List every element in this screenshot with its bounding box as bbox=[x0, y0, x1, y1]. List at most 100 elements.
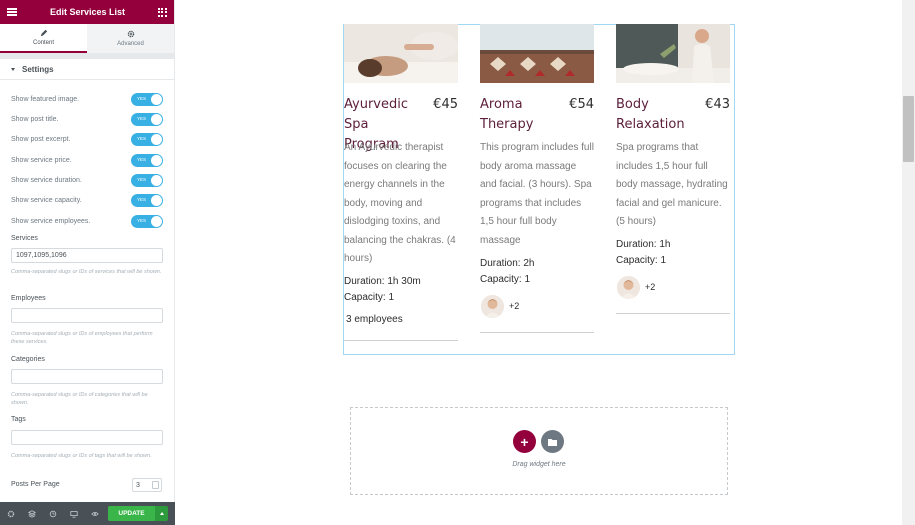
categories-help: Comma-separated slugs or IDs of categori… bbox=[11, 392, 148, 406]
toggle-state: YES bbox=[137, 96, 147, 101]
categories-input[interactable] bbox=[11, 369, 163, 384]
gear-icon bbox=[127, 30, 134, 38]
switch-row-post-title: Show post title. YES bbox=[11, 112, 163, 126]
widgets-grid-icon[interactable] bbox=[157, 7, 167, 17]
plus-icon: + bbox=[520, 433, 529, 450]
employee-avatar[interactable] bbox=[481, 295, 504, 318]
service-duration: Duration: 1h 30m bbox=[344, 276, 421, 287]
tab-advanced[interactable]: Advanced bbox=[87, 24, 174, 53]
service-price: €45 bbox=[433, 97, 458, 112]
services-input[interactable]: 1097,1095,1096 bbox=[11, 248, 163, 263]
switch-label: Show featured image. bbox=[11, 95, 80, 103]
editor-panel: Edit Services List Content Advanced Sett… bbox=[0, 0, 175, 525]
add-template-button[interactable] bbox=[541, 430, 564, 453]
switch-row-post-excerpt: Show post excerpt. YES bbox=[11, 132, 163, 146]
featured-image-toggle[interactable]: YES bbox=[131, 92, 163, 106]
service-price-toggle[interactable]: YES bbox=[131, 153, 163, 167]
panel-header: Edit Services List bbox=[0, 0, 174, 24]
caret-down-icon bbox=[11, 67, 15, 71]
service-price: €43 bbox=[705, 97, 730, 112]
switch-row-service-employees: Show service employees. YES bbox=[11, 214, 163, 228]
page-scrollbar[interactable] bbox=[902, 0, 915, 525]
caret-up-icon bbox=[159, 512, 164, 515]
drag-widget-hint: Drag widget here bbox=[512, 461, 566, 468]
service-excerpt: This program includes full body aroma ma… bbox=[480, 142, 594, 246]
hamburger-menu-icon[interactable] bbox=[7, 8, 17, 16]
switch-label: Show post excerpt. bbox=[11, 135, 71, 143]
switch-label: Show service capacity. bbox=[11, 196, 82, 204]
employee-avatar[interactable] bbox=[617, 276, 640, 299]
toggle-state: YES bbox=[137, 157, 147, 162]
service-capacity: Capacity: 1 bbox=[480, 274, 531, 285]
card-divider bbox=[616, 313, 730, 314]
service-featured-image bbox=[480, 24, 594, 83]
service-capacity: Capacity: 1 bbox=[616, 255, 667, 266]
toggle-state: YES bbox=[137, 116, 147, 121]
posts-per-page-label: Posts Per Page bbox=[11, 481, 60, 488]
settings-section-toggle[interactable]: Settings bbox=[0, 54, 174, 80]
toggle-state: YES bbox=[137, 218, 147, 223]
preview-eye-icon[interactable] bbox=[90, 509, 100, 519]
switch-label: Show service price. bbox=[11, 156, 72, 164]
switch-row-service-price: Show service price. YES bbox=[11, 153, 163, 167]
service-capacity: Capacity: 1 bbox=[344, 292, 395, 303]
service-card[interactable]: Body Relaxation €43 Spa programs that in… bbox=[616, 24, 730, 314]
tab-content[interactable]: Content bbox=[0, 24, 87, 53]
spinner-icon[interactable] bbox=[152, 481, 159, 489]
card-divider bbox=[480, 332, 594, 333]
more-employees-count: +2 bbox=[645, 282, 656, 292]
tags-label: Tags bbox=[11, 416, 26, 423]
toggle-state: YES bbox=[137, 177, 147, 182]
history-icon[interactable] bbox=[48, 509, 58, 519]
employees-input[interactable] bbox=[11, 308, 163, 323]
employees-label: Employees bbox=[11, 295, 46, 302]
posts-per-page-value: 3 bbox=[136, 481, 140, 489]
card-divider bbox=[344, 340, 458, 341]
service-title[interactable]: Body Relaxation bbox=[616, 95, 694, 135]
service-capacity-toggle[interactable]: YES bbox=[131, 193, 163, 207]
service-price: €54 bbox=[569, 97, 594, 112]
update-button[interactable]: UPDATE bbox=[108, 506, 155, 521]
service-employees-toggle[interactable]: YES bbox=[131, 214, 163, 228]
switch-label: Show service employees. bbox=[11, 217, 91, 225]
post-excerpt-toggle[interactable]: YES bbox=[131, 132, 163, 146]
post-title-toggle[interactable]: YES bbox=[131, 112, 163, 126]
switch-label: Show service duration. bbox=[11, 176, 82, 184]
tab-advanced-label: Advanced bbox=[117, 41, 144, 47]
settings-gear-icon[interactable] bbox=[6, 509, 16, 519]
panel-title: Edit Services List bbox=[49, 7, 126, 17]
categories-label: Categories bbox=[11, 356, 45, 363]
switch-row-service-capacity: Show service capacity. YES bbox=[11, 193, 163, 207]
pencil-icon bbox=[40, 29, 47, 37]
switch-row-service-duration: Show service duration. YES bbox=[11, 173, 163, 187]
switch-label: Show post title. bbox=[11, 115, 59, 123]
services-label: Services bbox=[11, 235, 38, 242]
tags-help: Comma-separated slugs or IDs of tags tha… bbox=[11, 453, 152, 459]
employees-help: Comma-separated slugs or IDs of employee… bbox=[11, 331, 153, 345]
service-duration: Duration: 2h bbox=[480, 258, 535, 269]
navigator-layers-icon[interactable] bbox=[27, 509, 37, 519]
toggle-state: YES bbox=[137, 197, 147, 202]
service-excerpt: Spa programs that includes 1,5 hour full… bbox=[616, 142, 728, 227]
service-featured-image bbox=[344, 24, 458, 83]
folder-icon bbox=[548, 438, 557, 446]
service-card[interactable]: Ayurvedic Spa Program €45 An Ayurvedic t… bbox=[344, 24, 458, 341]
service-excerpt: An Ayurvedic therapist focuses on cleari… bbox=[344, 142, 456, 264]
tags-input[interactable] bbox=[11, 430, 163, 445]
posts-per-page-input[interactable]: 3 bbox=[132, 478, 162, 492]
add-section-button[interactable]: + bbox=[513, 430, 536, 453]
panel-tabs: Content Advanced bbox=[0, 24, 174, 54]
service-title[interactable]: Aroma Therapy bbox=[480, 95, 558, 135]
scrollbar-thumb[interactable] bbox=[903, 96, 914, 162]
service-card[interactable]: Aroma Therapy €54 This program includes … bbox=[480, 24, 594, 333]
section-title: Settings bbox=[22, 64, 54, 74]
more-employees-count: +2 bbox=[509, 301, 520, 311]
service-duration-toggle[interactable]: YES bbox=[131, 173, 163, 187]
switch-row-featured-image: Show featured image. YES bbox=[11, 92, 163, 106]
services-help: Comma-separated slugs or IDs of services… bbox=[11, 269, 162, 275]
empty-section-dropzone[interactable] bbox=[350, 407, 728, 495]
responsive-desktop-icon[interactable] bbox=[69, 509, 79, 519]
panel-footer: UPDATE bbox=[0, 502, 175, 525]
update-options-button[interactable] bbox=[155, 506, 168, 521]
service-duration: Duration: 1h bbox=[616, 239, 671, 250]
